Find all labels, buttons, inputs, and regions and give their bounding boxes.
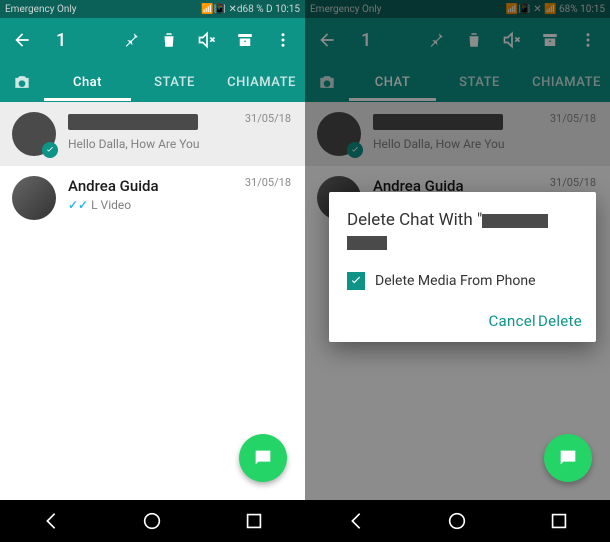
- chat-row[interactable]: Andrea Guida ✓✓L Video 31/05/18: [0, 166, 305, 230]
- tab-calls[interactable]: CHIAMATE: [218, 64, 305, 101]
- statusbar-left: Emergency Only: [5, 4, 77, 15]
- cancel-button[interactable]: Cancel: [488, 312, 535, 330]
- chat-date: 31/05/18: [245, 176, 291, 189]
- status-bar: Emergency Only 📶📳 ✕d68 % D 10:15: [0, 0, 305, 18]
- delete-icon[interactable]: [159, 30, 179, 50]
- delete-button[interactable]: Delete: [538, 312, 582, 330]
- checkbox-checked-icon: [347, 272, 365, 290]
- chat-preview: ✓✓L Video: [68, 198, 293, 212]
- chat-name: Andrea Guida: [68, 177, 159, 195]
- tab-bar: Chat STATE CHIAMATE: [0, 62, 305, 102]
- delete-chat-dialog: Delete Chat With " Delete Media From Pho…: [329, 192, 596, 342]
- right-screen: Emergency Only 📶📳 ✕ 📶 68% 10:15 1: [305, 0, 610, 542]
- overflow-icon[interactable]: [273, 30, 293, 50]
- selected-badge-icon: [42, 142, 58, 158]
- left-screen: Emergency Only 📶📳 ✕d68 % D 10:15 1: [0, 0, 305, 542]
- read-ticks-icon: ✓✓: [68, 198, 88, 212]
- camera-icon[interactable]: [0, 72, 44, 92]
- new-chat-fab[interactable]: [239, 434, 287, 482]
- selection-count: 1: [56, 30, 66, 51]
- checkbox-label: Delete Media From Phone: [375, 273, 536, 289]
- archive-icon[interactable]: [235, 30, 255, 50]
- dialog-actions: Cancel Delete: [347, 312, 582, 330]
- nav-bar: [0, 500, 305, 542]
- mute-icon[interactable]: [197, 30, 217, 50]
- nav-bar: [305, 500, 610, 542]
- chat-date: 31/05/18: [245, 112, 291, 125]
- avatar[interactable]: [12, 176, 56, 220]
- nav-home-icon[interactable]: [141, 510, 163, 532]
- new-chat-fab[interactable]: [544, 434, 592, 482]
- tab-state[interactable]: STATE: [131, 64, 218, 101]
- chat-name-redacted: [68, 114, 198, 130]
- chat-preview: Hello Dalla, How Are You: [68, 137, 293, 151]
- dialog-title: Delete Chat With ": [347, 210, 582, 250]
- nav-recent-icon[interactable]: [548, 510, 570, 532]
- pin-icon[interactable]: [121, 30, 141, 50]
- tab-chat[interactable]: Chat: [44, 64, 131, 101]
- statusbar-right: 📶📳 ✕d68 % D 10:15: [77, 4, 300, 15]
- delete-media-checkbox[interactable]: Delete Media From Phone: [347, 272, 582, 290]
- back-icon[interactable]: [12, 30, 32, 50]
- nav-recent-icon[interactable]: [243, 510, 265, 532]
- action-bar: 1: [0, 18, 305, 62]
- nav-back-icon[interactable]: [345, 510, 367, 532]
- chat-row[interactable]: Hello Dalla, How Are You 31/05/18: [0, 102, 305, 166]
- avatar[interactable]: [12, 112, 56, 156]
- nav-back-icon[interactable]: [40, 510, 62, 532]
- nav-home-icon[interactable]: [446, 510, 468, 532]
